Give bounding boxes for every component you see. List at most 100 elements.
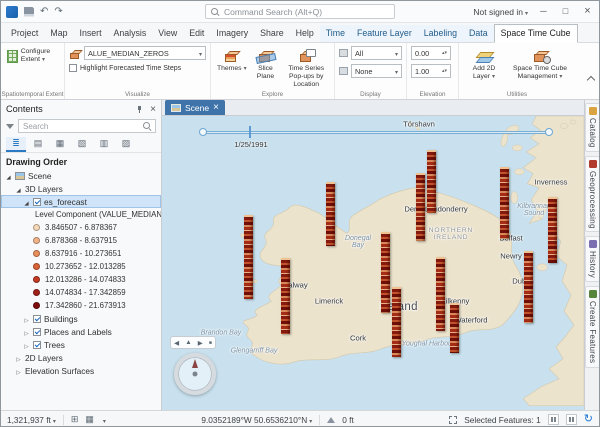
close-pane-icon[interactable] xyxy=(150,104,156,115)
list-by-labeling-icon[interactable]: ▨ xyxy=(116,137,136,152)
variable-field-combo[interactable]: ALUE_MEDIAN_ZEROS xyxy=(84,46,206,60)
configure-extent-button[interactable]: Configure Extent xyxy=(5,46,60,66)
expander-icon[interactable] xyxy=(5,171,12,181)
tab-feature-layer[interactable]: Feature Layer xyxy=(351,25,418,42)
close-button[interactable] xyxy=(581,6,594,17)
expander-icon[interactable] xyxy=(23,314,30,324)
dock-tab-geoprocessing[interactable]: Geoprocessing xyxy=(585,156,599,233)
space-time-cube-column[interactable] xyxy=(326,182,335,246)
space-time-cube-column[interactable] xyxy=(244,215,253,299)
layer-visibility-checkbox[interactable] xyxy=(33,328,41,336)
space-time-cube-column[interactable] xyxy=(548,197,557,263)
list-by-source-icon[interactable]: ▤ xyxy=(28,137,48,152)
scene-navigator-toolbar[interactable] xyxy=(170,336,216,349)
time-slider-current-marker[interactable] xyxy=(249,126,251,138)
pause-labeling-button[interactable] xyxy=(566,414,577,425)
tab-space-time-cube[interactable]: Space Time Cube xyxy=(494,24,578,43)
legend-item[interactable]: 17.342860 - 21.673913 xyxy=(1,299,161,312)
map-canvas[interactable]: TórshavnInvernessDerry/LondonderryKilbra… xyxy=(162,116,584,410)
dock-tab-history[interactable]: History xyxy=(585,236,599,282)
contents-search-input[interactable]: Search xyxy=(18,119,156,133)
vertical-exaggeration-spinner[interactable]: 1.00 ▴▾ xyxy=(411,64,451,78)
pin-icon[interactable] xyxy=(135,105,143,114)
view-tab-scene[interactable]: Scene xyxy=(165,100,225,115)
legend-symbol[interactable] xyxy=(33,263,40,270)
redo-icon[interactable] xyxy=(54,7,62,17)
legend-symbol[interactable] xyxy=(33,302,40,309)
dock-tab-catalog[interactable]: Catalog xyxy=(585,103,599,152)
expander-icon[interactable] xyxy=(23,340,30,350)
tab-share[interactable]: Share xyxy=(254,25,289,42)
undo-icon[interactable] xyxy=(40,7,48,17)
expander-icon[interactable] xyxy=(23,327,30,337)
space-time-cube-column[interactable] xyxy=(381,232,390,313)
legend-item[interactable]: 10.273652 - 12.013285 xyxy=(1,260,161,273)
tab-view[interactable]: View xyxy=(152,25,183,42)
tree-item-scene[interactable]: Scene xyxy=(1,169,161,182)
tree-item-es-forecast[interactable]: es_forecast xyxy=(1,195,161,208)
chevron-down-icon[interactable] xyxy=(101,415,106,425)
tree-item-level-component[interactable]: Level Component (VALUE_MEDIAN_ZE... xyxy=(1,208,161,221)
pan-up-icon[interactable] xyxy=(185,339,191,346)
highlight-forecast-checkbox[interactable] xyxy=(69,64,77,72)
list-by-editing-icon[interactable]: ▧ xyxy=(72,137,92,152)
space-time-cube-column[interactable] xyxy=(416,173,425,241)
tab-help[interactable]: Help xyxy=(290,25,320,42)
legend-symbol[interactable] xyxy=(33,250,40,257)
expander-icon[interactable] xyxy=(15,184,22,194)
tab-analysis[interactable]: Analysis xyxy=(108,25,153,42)
tree-item-places-and-labels[interactable]: Places and Labels xyxy=(1,325,161,338)
space-time-cube-management-button[interactable]: Space Time Cube Management xyxy=(509,46,571,83)
tree-item-buildings[interactable]: Buildings xyxy=(1,312,161,325)
legend-symbol[interactable] xyxy=(33,276,40,283)
themes-button[interactable]: Themes xyxy=(215,46,249,75)
navigator-mode-icon[interactable] xyxy=(209,339,212,346)
spinner-arrows-icon[interactable]: ▴▾ xyxy=(442,70,447,73)
expander-icon[interactable] xyxy=(15,353,22,363)
display-all-combo[interactable]: All xyxy=(351,46,402,60)
legend-item[interactable]: 14.074834 - 17.342859 xyxy=(1,286,161,299)
tree-item-2d-layers[interactable]: 2D Layers xyxy=(1,351,161,364)
list-by-selection-icon[interactable]: ▦ xyxy=(50,137,70,152)
slice-plane-button[interactable]: Slice Plane xyxy=(253,46,279,83)
expander-icon[interactable] xyxy=(15,366,22,376)
highlight-forecast-checkbox-row[interactable]: Highlight Forecasted Time Steps xyxy=(69,64,206,72)
selected-features-chip[interactable]: Selected Features: 1 xyxy=(464,415,541,425)
space-time-cube-column[interactable] xyxy=(450,303,459,353)
layer-visibility-checkbox[interactable] xyxy=(33,198,41,206)
display-none-combo[interactable]: None xyxy=(351,64,402,78)
time-series-popups-button[interactable]: Time Series Pop-ups by Location xyxy=(282,46,330,90)
time-slider[interactable]: 1/25/1991 xyxy=(199,127,553,157)
tab-data[interactable]: Data xyxy=(463,25,494,42)
space-time-cube-column[interactable] xyxy=(500,167,509,239)
tree-item-trees[interactable]: Trees xyxy=(1,338,161,351)
grid-toggle-icon[interactable] xyxy=(71,415,79,424)
legend-symbol[interactable] xyxy=(33,237,40,244)
elevation-offset-spinner[interactable]: 0.00 ▴▾ xyxy=(411,46,451,60)
spinner-arrows-icon[interactable]: ▴▾ xyxy=(442,52,447,55)
collapse-ribbon-icon[interactable] xyxy=(587,76,595,84)
pan-right-icon[interactable] xyxy=(198,339,203,347)
tab-map[interactable]: Map xyxy=(44,25,73,42)
refresh-view-icon[interactable] xyxy=(584,414,593,425)
space-time-cube-column[interactable] xyxy=(392,287,401,357)
coordinates-readout[interactable]: 9.0352189°W 50.6536210°N xyxy=(201,415,312,425)
time-slider-end-handle[interactable] xyxy=(545,128,553,136)
tab-insert[interactable]: Insert xyxy=(74,25,108,42)
tab-project[interactable]: Project xyxy=(5,25,44,42)
list-by-snapping-icon[interactable]: ▥ xyxy=(94,137,114,152)
space-time-cube-column[interactable] xyxy=(427,150,436,213)
basemap-layers-icon[interactable] xyxy=(85,415,94,424)
legend-symbol[interactable] xyxy=(33,289,40,296)
layer-visibility-checkbox[interactable] xyxy=(33,341,41,349)
save-icon[interactable] xyxy=(24,7,34,17)
legend-item[interactable]: 8.637916 - 10.273651 xyxy=(1,247,161,260)
pause-drawing-button[interactable] xyxy=(548,414,559,425)
command-search-input[interactable]: Command Search (Alt+Q) xyxy=(205,4,395,19)
pan-left-icon[interactable] xyxy=(174,339,179,347)
space-time-cube-column[interactable] xyxy=(281,258,290,334)
list-by-drawing-order-icon[interactable]: ≣ xyxy=(6,137,26,152)
filter-icon[interactable] xyxy=(6,124,14,129)
time-slider-track[interactable] xyxy=(203,131,549,134)
dock-tab-create-features[interactable]: Create Features xyxy=(585,286,599,367)
